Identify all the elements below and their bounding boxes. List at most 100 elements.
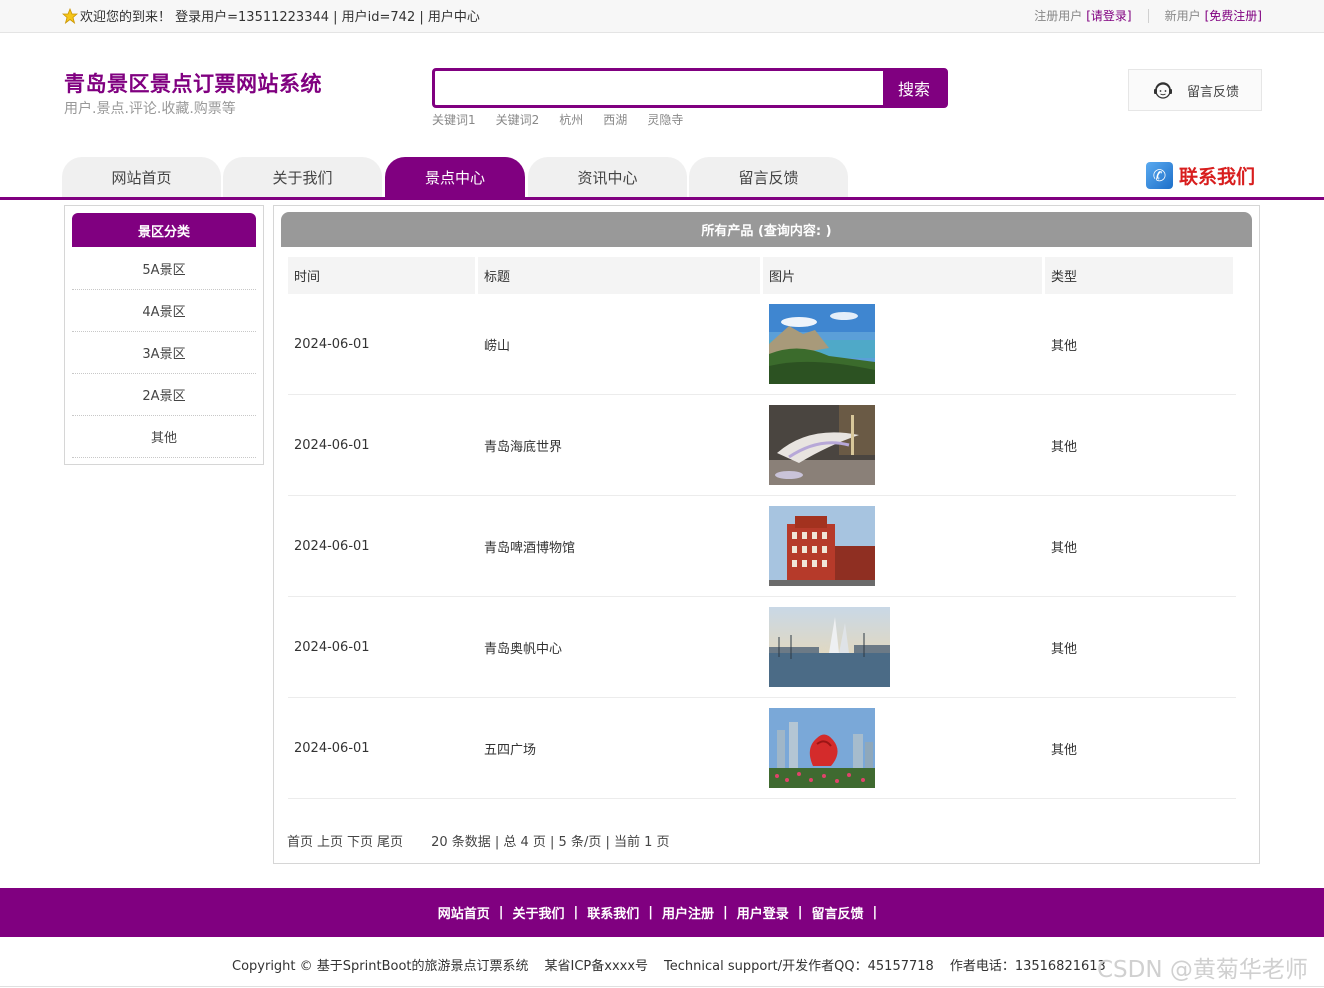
footer-separator: | bbox=[573, 905, 579, 920]
footer-link[interactable]: 用户登录 bbox=[737, 903, 789, 922]
search-button[interactable]: 搜索 bbox=[883, 71, 945, 105]
pager-first[interactable]: 首页 bbox=[287, 831, 313, 850]
pager-next[interactable]: 下页 bbox=[347, 831, 373, 850]
pager-prev[interactable]: 上页 bbox=[317, 831, 343, 850]
keyword-link[interactable]: 西湖 bbox=[603, 111, 627, 128]
support-text: Technical support/开发作者QQ：45157718 bbox=[664, 959, 934, 974]
feedback-shortcut[interactable]: 留言反馈 bbox=[1128, 69, 1262, 111]
bottom-divider bbox=[0, 986, 1324, 987]
panel-title: 所有产品 (查询内容: ) bbox=[281, 212, 1252, 247]
table-row[interactable]: 2024-06-01 五四广场 其他 bbox=[288, 698, 1236, 799]
table-row[interactable]: 2024-06-01 崂山 其他 bbox=[288, 294, 1236, 395]
row-image[interactable] bbox=[763, 607, 1042, 687]
row-time: 2024-06-01 bbox=[294, 639, 370, 655]
row-title[interactable]: 青岛啤酒博物馆 bbox=[478, 537, 760, 556]
phone-icon: ✆ bbox=[1146, 162, 1173, 189]
nav-home[interactable]: 网站首页 bbox=[62, 157, 221, 197]
nav-feedback[interactable]: 留言反馈 bbox=[689, 157, 848, 197]
row-image[interactable] bbox=[763, 405, 1042, 485]
aquarium-hall-image bbox=[769, 405, 875, 485]
table-header: 时间 标题 图片 类型 bbox=[288, 257, 1236, 294]
footer-link[interactable]: 关于我们 bbox=[512, 903, 564, 922]
keyword-link[interactable]: 关键词1 bbox=[432, 111, 476, 128]
copyright-line: Copyright © 基于SprintBoot的旅游景点订票系统 某省ICP备… bbox=[232, 955, 1106, 974]
footer-separator: | bbox=[872, 905, 878, 920]
nav-about[interactable]: 关于我们 bbox=[223, 157, 382, 197]
footer-link[interactable]: 用户注册 bbox=[662, 903, 714, 922]
row-type: 其他 bbox=[1051, 338, 1078, 354]
keyword-link[interactable]: 灵隐寺 bbox=[647, 111, 683, 128]
pager-last[interactable]: 尾页 bbox=[377, 831, 403, 850]
red-building-image bbox=[769, 506, 875, 586]
welcome-text[interactable]: 欢迎您的到来！ 登录用户=13511223344 | 用户id=742 | 用户… bbox=[80, 6, 480, 25]
row-time: 2024-06-01 bbox=[294, 538, 370, 554]
row-time: 2024-06-01 bbox=[294, 740, 370, 756]
table-row[interactable]: 2024-06-01 青岛啤酒博物馆 其他 bbox=[288, 496, 1236, 597]
category-list: 5A景区 4A景区 3A景区 2A景区 其他 bbox=[72, 248, 256, 458]
footer-link[interactable]: 留言反馈 bbox=[812, 903, 864, 922]
sidebar-title: 景区分类 bbox=[72, 213, 256, 247]
row-type: 其他 bbox=[1051, 540, 1078, 556]
footer-links: 网站首页 | 关于我们 | 联系我们 | 用户注册 | 用户登录 | 留言反馈 … bbox=[438, 903, 887, 922]
row-title[interactable]: 青岛奥帆中心 bbox=[478, 638, 760, 657]
register-link[interactable]: [免费注册] bbox=[1205, 7, 1262, 24]
watermark: CSDN @黄菊华老师 bbox=[1097, 957, 1308, 983]
row-type: 其他 bbox=[1051, 641, 1078, 657]
contact-label: 联系我们 bbox=[1179, 166, 1256, 188]
contact-us[interactable]: ✆ 联系我们 bbox=[1146, 162, 1255, 189]
row-title[interactable]: 五四广场 bbox=[478, 739, 760, 758]
row-image[interactable] bbox=[763, 304, 1042, 384]
pagination: 首页 上页 下页 尾页 20 条数据 | 总 4 页 | 5 条/页 | 当前 … bbox=[287, 831, 670, 850]
site-subtitle: 用户.景点.评论.收藏.购票等 bbox=[64, 101, 236, 117]
column-header: 标题 bbox=[478, 257, 760, 294]
mountain-coast-image bbox=[769, 304, 875, 384]
category-item[interactable]: 3A景区 bbox=[72, 332, 256, 374]
feedback-label: 留言反馈 bbox=[1187, 84, 1240, 100]
register-prefix: 注册用户 bbox=[1034, 9, 1083, 23]
column-header: 时间 bbox=[288, 257, 475, 294]
category-item[interactable]: 2A景区 bbox=[72, 374, 256, 416]
product-table: 时间 标题 图片 类型 2024-06-01 崂山 其他 2024-06-01 … bbox=[288, 257, 1236, 799]
divider bbox=[1147, 8, 1149, 23]
product-panel: 所有产品 (查询内容: ) 时间 标题 图片 类型 2024-06-01 崂山 bbox=[273, 205, 1260, 864]
row-title[interactable]: 青岛海底世界 bbox=[478, 436, 760, 455]
nav-attractions[interactable]: 景点中心 bbox=[385, 157, 525, 197]
footer-separator: | bbox=[723, 905, 728, 920]
footer-link[interactable]: 网站首页 bbox=[438, 903, 490, 922]
headset-icon bbox=[1154, 82, 1172, 99]
account-links: 注册用户 [请登录] 新用户 [免费注册] bbox=[1034, 7, 1262, 24]
footer-separator: | bbox=[797, 905, 803, 920]
icp-text: 某省ICP备xxxx号 bbox=[544, 959, 649, 974]
category-item[interactable]: 其他 bbox=[72, 416, 256, 458]
login-link[interactable]: [请登录] bbox=[1086, 7, 1131, 24]
keyword-link[interactable]: 关键词2 bbox=[496, 111, 540, 128]
footer-separator: | bbox=[648, 905, 653, 920]
row-image[interactable] bbox=[763, 506, 1042, 586]
footer-separator: | bbox=[498, 905, 504, 920]
search-input[interactable] bbox=[435, 71, 883, 105]
table-row[interactable]: 2024-06-01 青岛奥帆中心 其他 bbox=[288, 597, 1236, 698]
main-nav: 网站首页 关于我们 景点中心 资讯中心 留言反馈 bbox=[62, 157, 848, 197]
nav-divider bbox=[0, 197, 1324, 200]
site-title[interactable]: 青岛景区景点订票网站系统 bbox=[64, 68, 322, 98]
row-image[interactable] bbox=[763, 708, 1042, 788]
keyword-link[interactable]: 杭州 bbox=[559, 111, 583, 128]
row-time: 2024-06-01 bbox=[294, 336, 370, 352]
top-bar: 欢迎您的到来！ 登录用户=13511223344 | 用户id=742 | 用户… bbox=[0, 0, 1324, 33]
search-bar: 搜索 bbox=[432, 68, 948, 108]
row-title[interactable]: 崂山 bbox=[478, 335, 760, 354]
hot-keywords: 关键词1 关键词2 杭州 西湖 灵隐寺 bbox=[432, 111, 683, 128]
row-type: 其他 bbox=[1051, 439, 1078, 455]
column-header: 图片 bbox=[763, 257, 1042, 294]
category-item[interactable]: 4A景区 bbox=[72, 290, 256, 332]
footer-nav: 网站首页 | 关于我们 | 联系我们 | 用户注册 | 用户登录 | 留言反馈 … bbox=[0, 888, 1324, 937]
table-row[interactable]: 2024-06-01 青岛海底世界 其他 bbox=[288, 395, 1236, 496]
marina-sails-image bbox=[769, 607, 890, 687]
footer-link[interactable]: 联系我们 bbox=[587, 903, 639, 922]
may-fourth-square-image bbox=[769, 708, 875, 788]
category-item[interactable]: 5A景区 bbox=[72, 248, 256, 290]
nav-news[interactable]: 资讯中心 bbox=[528, 157, 687, 197]
column-header: 类型 bbox=[1045, 257, 1233, 294]
row-type: 其他 bbox=[1051, 742, 1078, 758]
row-time: 2024-06-01 bbox=[294, 437, 370, 453]
